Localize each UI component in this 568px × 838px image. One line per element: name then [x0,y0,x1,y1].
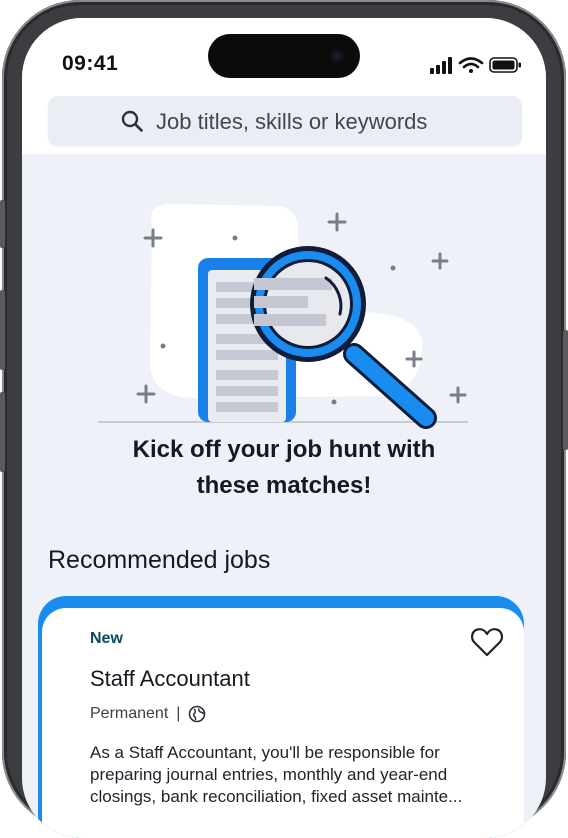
hero-headline-line-2: these matches! [196,472,372,499]
job-description: As a Staff Accountant, you'll be respons… [90,743,463,806]
power-button [563,330,568,450]
new-badge: New [90,630,123,647]
search-icon [121,110,143,132]
volume-up-button [0,290,5,370]
globe-icon [189,705,206,723]
employment-type: Permanent [90,705,169,722]
hero-headline-line-1: Kick off your job hunt with [132,436,436,463]
app-screen: 09:41 Job titles, skills or keywords Kic… [22,18,546,838]
search-input[interactable]: Job titles, skills or keywords [48,96,522,146]
status-icons [430,57,521,74]
volume-down-button [0,392,5,472]
job-search-illustration [98,204,468,429]
hero-headline: Kick off your job hunt with these matche… [84,432,484,504]
status-bar: 09:41 [22,18,546,98]
volume-mute-switch [0,200,5,248]
front-camera [330,49,344,63]
signal-icon [430,57,452,74]
heart-icon[interactable] [470,626,504,658]
status-time: 09:41 [62,52,119,75]
battery-icon [489,57,521,73]
job-meta: Permanent | [90,704,206,724]
section-title: Recommended jobs [48,546,271,574]
job-title[interactable]: Staff Accountant [90,666,250,692]
job-card[interactable]: New Staff Accountant Permanent | As a St… [42,608,524,838]
search-placeholder: Job titles, skills or keywords [156,109,428,134]
meta-separator: | [176,705,181,722]
wifi-icon [458,57,484,73]
